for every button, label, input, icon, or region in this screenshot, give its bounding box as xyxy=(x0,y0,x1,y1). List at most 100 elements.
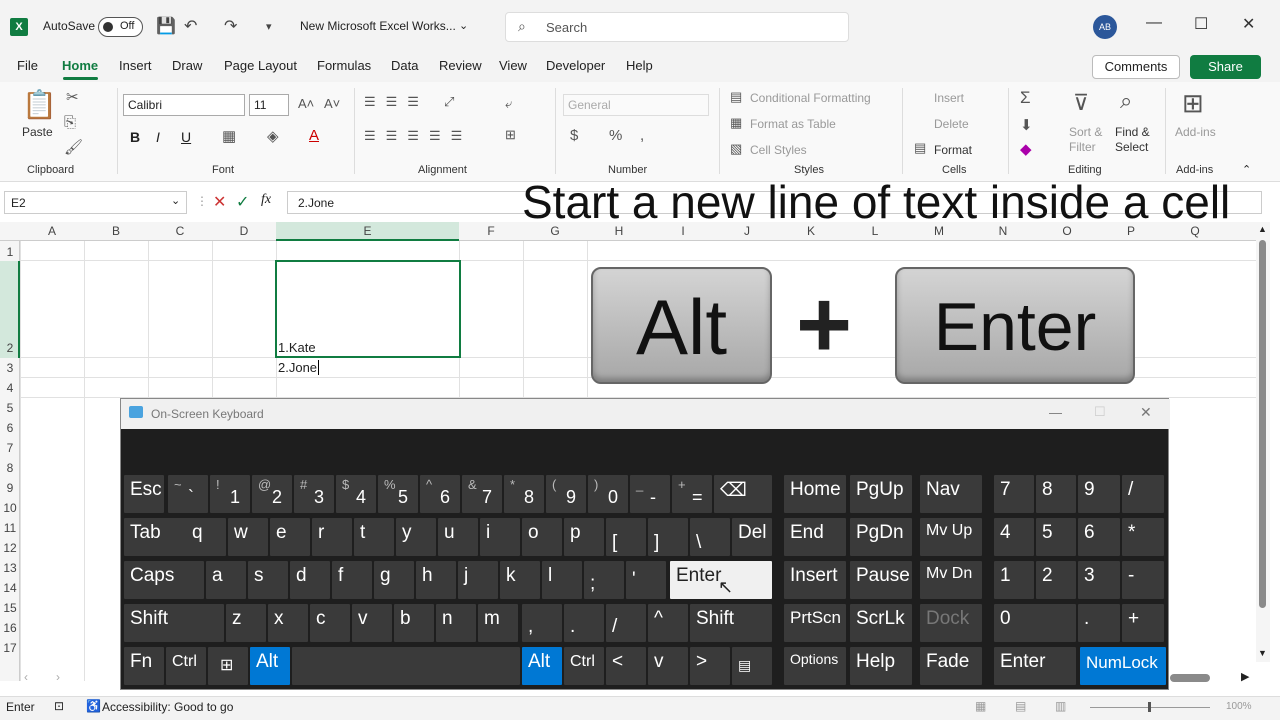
key-rbracket[interactable]: ] xyxy=(648,518,688,556)
insert-cells-button[interactable]: Insert xyxy=(934,91,964,105)
row-header-16[interactable]: 16 xyxy=(0,621,20,635)
key-e[interactable]: e xyxy=(270,518,310,556)
key-num5[interactable]: 5 xyxy=(1036,518,1076,556)
key-c[interactable]: c xyxy=(310,604,350,642)
vertical-align-icons[interactable]: ☰☰☰ xyxy=(364,94,429,110)
key-equals[interactable]: + = xyxy=(672,475,712,513)
row-header-14[interactable]: 14 xyxy=(0,581,20,595)
key-num1[interactable]: 1 xyxy=(994,561,1034,599)
key-prtscn[interactable]: PrtScn xyxy=(784,604,846,642)
search-box[interactable]: ⌕ Search xyxy=(505,12,849,42)
key-s[interactable]: s xyxy=(248,561,288,599)
row-header-1[interactable]: 1 xyxy=(0,245,20,259)
tab-data[interactable]: Data xyxy=(391,58,418,73)
key-scrlk[interactable]: ScrLk xyxy=(850,604,912,642)
save-icon[interactable]: 💾 xyxy=(156,16,176,36)
osk-close-icon[interactable]: ✕ xyxy=(1140,404,1152,421)
row-header-7[interactable]: 7 xyxy=(0,441,20,455)
key-v[interactable]: v xyxy=(352,604,392,642)
name-box-dropdown-icon[interactable]: ⌄ xyxy=(171,194,180,207)
key-k[interactable]: k xyxy=(500,561,540,599)
percent-button[interactable]: % xyxy=(609,127,622,144)
more-options-icon[interactable]: ⋮ xyxy=(196,194,208,208)
key-num9[interactable]: 9 xyxy=(1078,475,1120,513)
row-header-5[interactable]: 5 xyxy=(0,401,20,415)
close-icon[interactable]: ✕ xyxy=(1242,14,1255,34)
key-backtick[interactable]: ~ ` xyxy=(168,475,208,513)
zoom-slider-thumb[interactable] xyxy=(1148,702,1151,712)
currency-button[interactable]: $ xyxy=(570,127,578,144)
key-slash[interactable]: / xyxy=(606,604,646,642)
key-u[interactable]: u xyxy=(438,518,478,556)
key-j[interactable]: j xyxy=(458,561,498,599)
key-del[interactable]: Del xyxy=(732,518,772,556)
key-6[interactable]: ^ 6 xyxy=(420,475,460,513)
macro-record-icon[interactable]: ⊡ xyxy=(54,699,64,713)
key-up-arrow[interactable]: ^ xyxy=(648,604,688,642)
key-i[interactable]: i xyxy=(480,518,520,556)
key-d[interactable]: d xyxy=(290,561,330,599)
key-mv-dn[interactable]: Mv Dn xyxy=(920,561,982,599)
row-header-11[interactable]: 11 xyxy=(0,521,20,535)
key-m[interactable]: m xyxy=(478,604,518,642)
key-down-arrow[interactable]: v xyxy=(648,647,688,685)
scroll-up-icon[interactable]: ▲ xyxy=(1258,224,1267,234)
bold-button[interactable]: B xyxy=(130,129,140,145)
key-comma[interactable]: , xyxy=(522,604,562,642)
key-alt-left[interactable]: Alt xyxy=(250,647,290,685)
document-title[interactable]: New Microsoft Excel Works... xyxy=(300,19,456,33)
name-box[interactable]: E2 xyxy=(4,191,187,214)
col-header-b[interactable]: B xyxy=(84,222,148,241)
key-nav[interactable]: Nav xyxy=(920,475,982,513)
enter-check-icon[interactable]: ✓ xyxy=(236,192,249,212)
key-pause[interactable]: Pause xyxy=(850,561,912,599)
row-header-12[interactable]: 12 xyxy=(0,541,20,555)
key-pgup[interactable]: PgUp xyxy=(850,475,912,513)
format-painter-icon[interactable]: 🖌 xyxy=(64,138,83,156)
tab-insert[interactable]: Insert xyxy=(119,58,152,73)
clear-icon[interactable]: ◆ xyxy=(1020,140,1032,158)
zoom-level[interactable]: 100% xyxy=(1226,701,1252,712)
row-header-8[interactable]: 8 xyxy=(0,461,20,475)
key-num-plus[interactable]: + xyxy=(1122,604,1164,642)
key-q[interactable]: q xyxy=(186,518,226,556)
key-right-arrow[interactable]: > xyxy=(690,647,730,685)
key-num8[interactable]: 8 xyxy=(1036,475,1076,513)
key-0[interactable]: ) 0 xyxy=(588,475,628,513)
key-r[interactable]: r xyxy=(312,518,352,556)
row-header-17[interactable]: 17 xyxy=(0,641,20,655)
cut-icon[interactable]: ✂ xyxy=(66,88,79,106)
paste-icon[interactable]: 📋 xyxy=(22,88,57,121)
font-size-select[interactable]: 11 xyxy=(249,94,289,116)
underline-button[interactable]: U xyxy=(181,129,191,145)
row-header-9[interactable]: 9 xyxy=(0,481,20,495)
borders-icon[interactable]: ▦ xyxy=(222,127,236,145)
key-tab[interactable]: Tab xyxy=(124,518,192,556)
tab-formulas[interactable]: Formulas xyxy=(317,58,371,73)
cell-styles-button[interactable]: Cell Styles xyxy=(750,143,807,157)
row-header-10[interactable]: 10 xyxy=(0,501,20,515)
decrease-font-icon[interactable]: A˅ xyxy=(324,96,340,111)
key-quote[interactable]: ' xyxy=(626,561,666,599)
key-insert[interactable]: Insert xyxy=(784,561,846,599)
key-1[interactable]: ! 1 xyxy=(210,475,250,513)
row-header-15[interactable]: 15 xyxy=(0,601,20,615)
key-period[interactable]: . xyxy=(564,604,604,642)
insert-function-button[interactable]: fx xyxy=(261,192,271,208)
copy-icon[interactable]: ⎘ xyxy=(64,114,76,131)
key-num0[interactable]: 0 xyxy=(994,604,1076,642)
key-l[interactable]: l xyxy=(542,561,582,599)
tab-view[interactable]: View xyxy=(499,58,527,73)
key-9[interactable]: (9 xyxy=(546,475,586,513)
customize-qat-icon[interactable]: ▾ xyxy=(266,20,272,33)
sort-filter-button[interactable]: Sort & Filter xyxy=(1069,125,1102,155)
accessibility-status[interactable]: Accessibility: Good to go xyxy=(102,700,233,714)
delete-cells-button[interactable]: Delete xyxy=(934,117,969,131)
vertical-scroll-thumb[interactable] xyxy=(1259,240,1266,608)
maximize-icon[interactable]: ☐ xyxy=(1194,14,1208,34)
key-minus[interactable]: _ - xyxy=(630,475,670,513)
tab-developer[interactable]: Developer xyxy=(546,58,605,73)
paste-button[interactable]: Paste xyxy=(22,125,53,139)
key-z[interactable]: z xyxy=(226,604,266,642)
key-num6[interactable]: 6 xyxy=(1078,518,1120,556)
